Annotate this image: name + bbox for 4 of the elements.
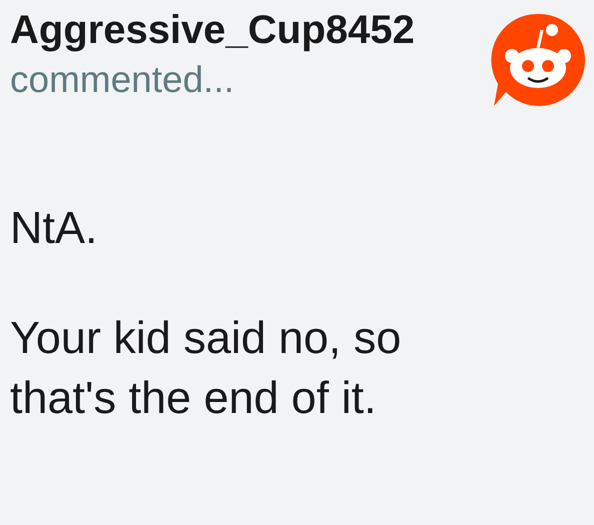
comment-action: commented...: [10, 58, 236, 102]
username: Aggressive_Cup8452: [10, 7, 415, 54]
comment-text: Your kid said no, so that's the end of it.: [10, 311, 402, 425]
comment-text: NtA.: [10, 201, 99, 255]
